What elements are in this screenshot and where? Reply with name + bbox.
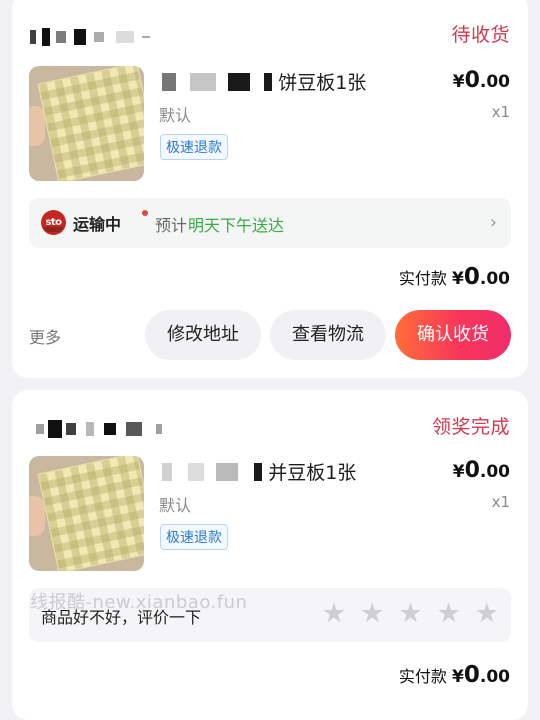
chevron-right-icon: › [489,212,497,233]
amount-paid-label: 实付款 [398,667,447,686]
more-button[interactable]: 更多 [29,324,61,348]
order-status: 待收货 [451,24,510,46]
product-price: ¥0.00 [452,458,510,483]
order-status: 领奖完成 [431,416,510,438]
notification-dot-icon [142,210,148,216]
store-name[interactable] [30,28,150,46]
fast-refund-badge: 极速退款 [160,524,228,550]
amount-paid-label: 实付款 [398,269,447,288]
star-icon[interactable]: ★ [475,600,499,628]
product-quantity: x1 [491,103,510,121]
star-rating[interactable]: ★ ★ ★ ★ ★ [322,600,499,628]
eta-prefix: 预计 [155,216,188,235]
order-card[interactable]: 领奖完成 并豆板1张 ¥0.00 默认 x1 极速退款 商品好不好，评价一下 ★… [12,390,528,720]
shipping-status: 运输中 [73,215,122,234]
product-variant: 默认 [159,496,192,515]
product-price: ¥0.00 [452,68,510,93]
order-card[interactable]: 待收货 饼豆板1张 ¥0.00 默认 x1 极速退款 sto 运输中 预计 明天… [12,0,528,378]
star-icon[interactable]: ★ [322,600,346,628]
confirm-receipt-button[interactable]: 确认收货 [395,310,511,360]
delivery-eta: 明天下午送达 [188,216,285,235]
amount-paid: 实付款 ¥0.00 [398,264,510,290]
fast-refund-badge: 极速退款 [160,134,228,160]
store-name[interactable] [36,420,162,438]
shipping-status-bar[interactable]: sto 运输中 预计 明天下午送达 › [29,198,511,248]
star-icon[interactable]: ★ [360,600,384,628]
product-quantity: x1 [491,493,510,511]
star-icon[interactable]: ★ [398,600,422,628]
product-variant: 默认 [159,106,192,125]
modify-address-button[interactable]: 修改地址 [145,310,261,360]
watermark: 线报酷-new.xianbao.fun [30,592,248,613]
sto-express-logo-icon: sto [41,210,66,235]
product-title[interactable]: 并豆板1张 [162,458,356,485]
view-logistics-button[interactable]: 查看物流 [270,310,386,360]
product-title[interactable]: 饼豆板1张 [162,68,366,95]
product-image[interactable] [29,66,144,181]
product-image[interactable] [29,456,144,571]
star-icon[interactable]: ★ [437,600,461,628]
amount-paid: 实付款 ¥0.00 [398,662,510,688]
